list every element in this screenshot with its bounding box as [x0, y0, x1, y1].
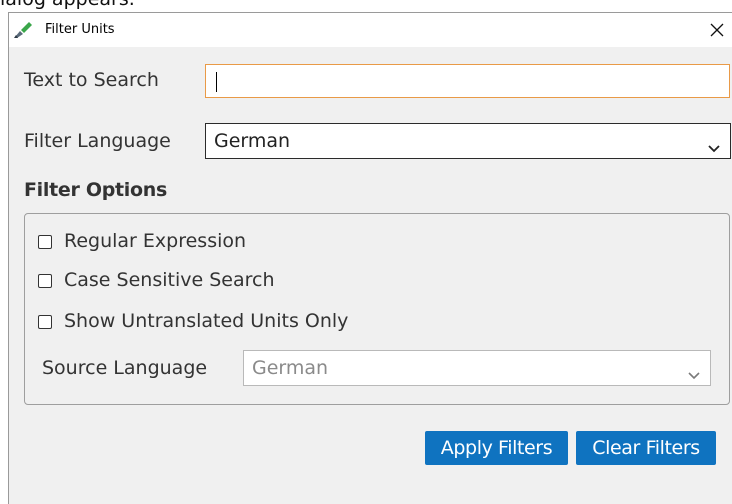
regular-expression-checkbox[interactable] [38, 235, 52, 249]
filter-language-value: German [214, 130, 291, 152]
chevron-down-icon [688, 363, 700, 385]
search-input[interactable] [205, 64, 730, 98]
filter-language-select[interactable]: German [205, 123, 731, 159]
filter-language-label: Filter Language [24, 130, 171, 152]
filter-options-group: Regular Expression Case Sensitive Search… [24, 213, 730, 405]
source-language-value: German [252, 357, 329, 379]
case-sensitive-label: Case Sensitive Search [64, 269, 275, 291]
pencil-brush-icon [12, 20, 34, 40]
filter-units-dialog: Filter Units Text to Search Filter Langu… [8, 12, 732, 504]
title-bar: Filter Units [9, 13, 732, 47]
regular-expression-label: Regular Expression [64, 230, 247, 252]
chevron-down-icon [708, 136, 720, 158]
source-language-select[interactable]: German [243, 350, 711, 386]
clear-filters-button[interactable]: Clear Filters [576, 431, 716, 465]
untranslated-only-checkbox[interactable] [38, 315, 52, 329]
background-caption: ialog appears. [0, 0, 135, 12]
close-button[interactable] [702, 13, 732, 47]
close-icon [710, 23, 724, 37]
case-sensitive-checkbox[interactable] [38, 274, 52, 288]
dialog-title: Filter Units [45, 22, 115, 37]
apply-filters-button[interactable]: Apply Filters [425, 431, 568, 465]
filter-options-title: Filter Options [24, 179, 167, 201]
source-language-label: Source Language [42, 357, 208, 379]
untranslated-only-label: Show Untranslated Units Only [64, 310, 349, 332]
search-label: Text to Search [24, 69, 159, 91]
text-caret [216, 72, 217, 92]
